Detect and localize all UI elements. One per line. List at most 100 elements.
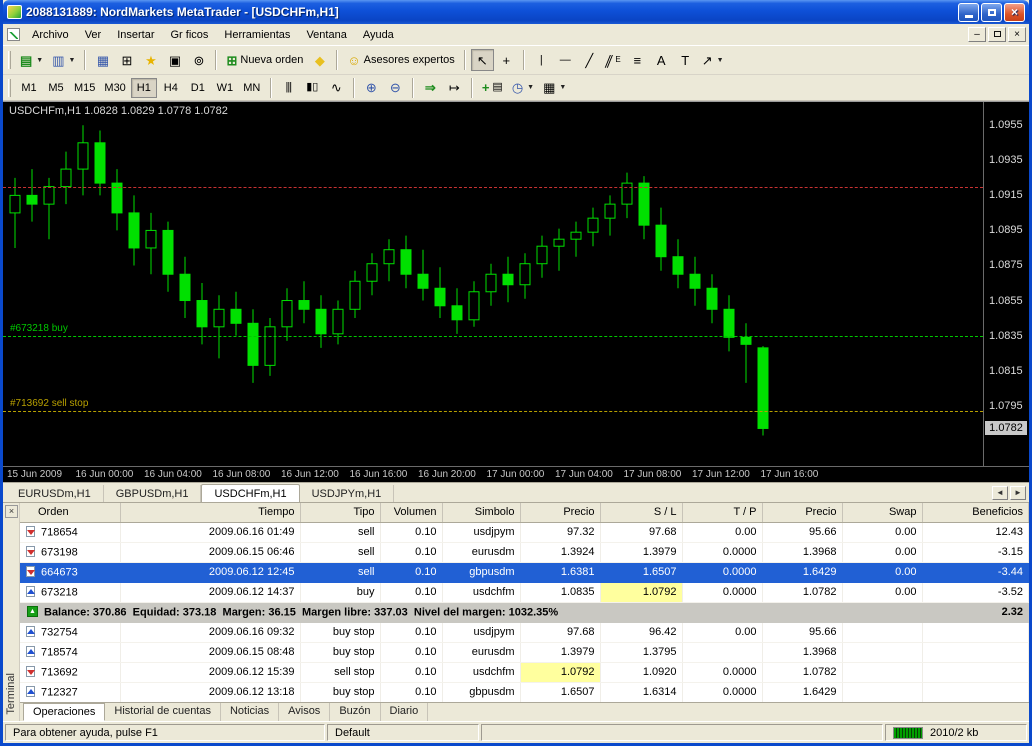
auto-scroll-button[interactable]: ⇒ [419, 77, 442, 99]
menu-archivo[interactable]: Archivo [24, 26, 77, 44]
chart-tab-eurusdm-h1[interactable]: EURUSDm,H1 [6, 485, 104, 502]
scroll-left-icon[interactable]: ◄ [992, 486, 1008, 500]
chart-window-icon[interactable] [7, 28, 20, 41]
column-header-beneficios[interactable]: Beneficios [922, 503, 1029, 522]
terminal-tab-diario[interactable]: Diario [381, 703, 429, 721]
terminal-tab-noticias[interactable]: Noticias [221, 703, 279, 721]
restore-button[interactable] [981, 3, 1002, 22]
orders-header-row[interactable]: OrdenTiempoTipoVolumenSimboloPrecioS / L… [20, 503, 1029, 522]
toolbar-grip[interactable] [8, 79, 11, 97]
timeframe-m5[interactable]: M5 [43, 78, 69, 98]
horizontal-line-button[interactable]: — [554, 49, 577, 71]
menu-insertar[interactable]: Insertar [109, 26, 162, 44]
periods-button[interactable]: ◷▼ [508, 77, 538, 99]
column-header-simbolo[interactable]: Simbolo [442, 503, 520, 522]
column-header-t-p[interactable]: T / P [682, 503, 762, 522]
column-header-volumen[interactable]: Volumen [380, 503, 442, 522]
column-header-swap[interactable]: Swap [842, 503, 922, 522]
candlestick-button[interactable]: ▮▯ [301, 77, 324, 99]
trendline-button[interactable]: ╱ [578, 49, 601, 71]
order-row-718574[interactable]: 7185742009.06.15 08:48buy stop0.10eurusd… [20, 642, 1029, 662]
cursor-button[interactable]: ↖ [471, 49, 494, 71]
shapes-button[interactable]: ↗▼ [698, 49, 728, 71]
terminal-close-icon[interactable]: × [5, 505, 18, 518]
expert-advisors-button[interactable]: ☺Asesores expertos [343, 49, 458, 71]
templates-button[interactable]: ▦▼ [539, 77, 570, 99]
candle-body [163, 230, 173, 274]
order-row-664673[interactable]: 6646732009.06.12 12:45sell0.10gbpusdm1.6… [20, 562, 1029, 582]
column-header-precio[interactable]: Precio [520, 503, 600, 522]
close-button[interactable]: × [1004, 3, 1025, 22]
terminal-button[interactable]: ▣ [163, 49, 186, 71]
timeframe-m1[interactable]: M1 [16, 78, 42, 98]
time-axis[interactable]: 15 Jun 200916 Jun 00:0016 Jun 04:0016 Ju… [3, 466, 1029, 482]
column-header-orden[interactable]: Orden [20, 503, 120, 522]
order-level-label: #713692 sell stop [10, 398, 88, 409]
order-row-718654[interactable]: 7186542009.06.16 01:49sell0.10usdjpym97.… [20, 522, 1029, 542]
price-axis[interactable]: 1.09551.09351.09151.08951.08751.08551.08… [983, 102, 1029, 466]
toolbar-grip[interactable] [8, 51, 11, 69]
chart-tab-gbpusdm-h1[interactable]: GBPUSDm,H1 [104, 485, 202, 502]
status-profile[interactable]: Default [327, 724, 479, 741]
zoom-out-button[interactable]: ⊖ [384, 77, 407, 99]
minimize-button[interactable] [958, 3, 979, 22]
timeframe-h4[interactable]: H4 [158, 78, 184, 98]
line-chart-button[interactable]: ∿ [325, 77, 348, 99]
order-row-732754[interactable]: 7327542009.06.16 09:32buy stop0.10usdjpy… [20, 622, 1029, 642]
menu-ayuda[interactable]: Ayuda [355, 26, 402, 44]
terminal-tab-historial-de-cuentas[interactable]: Historial de cuentas [105, 703, 221, 721]
vertical-line-button[interactable]: | [530, 49, 553, 71]
indicators-button[interactable]: +▤ [478, 77, 507, 99]
mdi-minimize-button[interactable]: – [968, 27, 986, 42]
chart-tab-usdjpym-h1[interactable]: USDJPYm,H1 [300, 485, 395, 502]
order-row-673218[interactable]: 6732182009.06.12 14:37buy0.10usdchfm1.08… [20, 582, 1029, 602]
column-header-tiempo[interactable]: Tiempo [120, 503, 300, 522]
zoom-in-button[interactable]: ⊕ [360, 77, 383, 99]
profiles-button[interactable]: ▥▼ [48, 49, 79, 71]
terminal-tab-buz-n[interactable]: Buzón [330, 703, 380, 721]
terminal-tab-avisos[interactable]: Avisos [279, 703, 330, 721]
scroll-right-icon[interactable]: ► [1010, 486, 1026, 500]
navigator-button[interactable]: ★ [139, 49, 162, 71]
mdi-restore-button[interactable] [988, 27, 1006, 42]
strategy-tester-button[interactable]: ⊚ [187, 49, 210, 71]
new-chart-button[interactable]: ▤▼ [16, 49, 47, 71]
timeframe-m15[interactable]: M15 [70, 78, 99, 98]
terminal-tab-operaciones[interactable]: Operaciones [23, 703, 105, 721]
timeframe-w1[interactable]: W1 [212, 78, 238, 98]
cell-volume: 0.10 [380, 682, 442, 702]
crosshair-button[interactable]: + [495, 49, 518, 71]
metaeditor-button[interactable]: ◆ [308, 49, 331, 71]
timeframe-h1[interactable]: H1 [131, 78, 157, 98]
timeframes-toolbar: M1M5M15M30H1H4D1W1MN ||| ▮▯ ∿ ⊕ ⊖ ⇒ ↦ +▤… [3, 75, 1029, 101]
timeframe-mn[interactable]: MN [239, 78, 265, 98]
order-row-673198[interactable]: 6731982009.06.15 06:46sell0.10eurusdm1.3… [20, 542, 1029, 562]
menu-gr-ficos[interactable]: Gr ficos [163, 26, 217, 44]
data-window-button[interactable]: ⊞ [115, 49, 138, 71]
bar-chart-button[interactable]: ||| [277, 77, 300, 99]
text-label-button[interactable]: T [674, 49, 697, 71]
column-header-precio[interactable]: Precio [762, 503, 842, 522]
chart-plot[interactable]: USDCHFm,H1 1.0828 1.0829 1.0778 1.0782 #… [3, 102, 983, 466]
order-row-713692[interactable]: 7136922009.06.12 15:39sell stop0.10usdch… [20, 662, 1029, 682]
text-button[interactable]: A [650, 49, 673, 71]
candle-body [690, 274, 700, 288]
menu-ver[interactable]: Ver [77, 26, 110, 44]
fibonacci-button[interactable]: ≡ [626, 49, 649, 71]
menu-ventana[interactable]: Ventana [298, 26, 354, 44]
menu-herramientas[interactable]: Herramientas [216, 26, 298, 44]
timeframe-d1[interactable]: D1 [185, 78, 211, 98]
mdi-close-button[interactable]: × [1008, 27, 1026, 42]
cell-price: 1.3924 [520, 542, 600, 562]
column-header-tipo[interactable]: Tipo [300, 503, 380, 522]
chart-shift-button[interactable]: ↦ [443, 77, 466, 99]
market-watch-button[interactable]: ▦ [91, 49, 114, 71]
title-bar[interactable]: 2088131889: NordMarkets MetaTrader - [US… [3, 0, 1029, 24]
column-header-s-l[interactable]: S / L [600, 503, 682, 522]
channel-button[interactable]: ∥E [602, 49, 625, 71]
order-row-712327[interactable]: 7123272009.06.12 13:18buy stop0.10gbpusd… [20, 682, 1029, 702]
new-order-button[interactable]: ⊞Nueva orden [222, 49, 307, 71]
chart-tab-usdchfm-h1[interactable]: USDCHFm,H1 [201, 484, 299, 503]
timeframe-m30[interactable]: M30 [100, 78, 129, 98]
time-label: 16 Jun 04:00 [144, 469, 202, 480]
